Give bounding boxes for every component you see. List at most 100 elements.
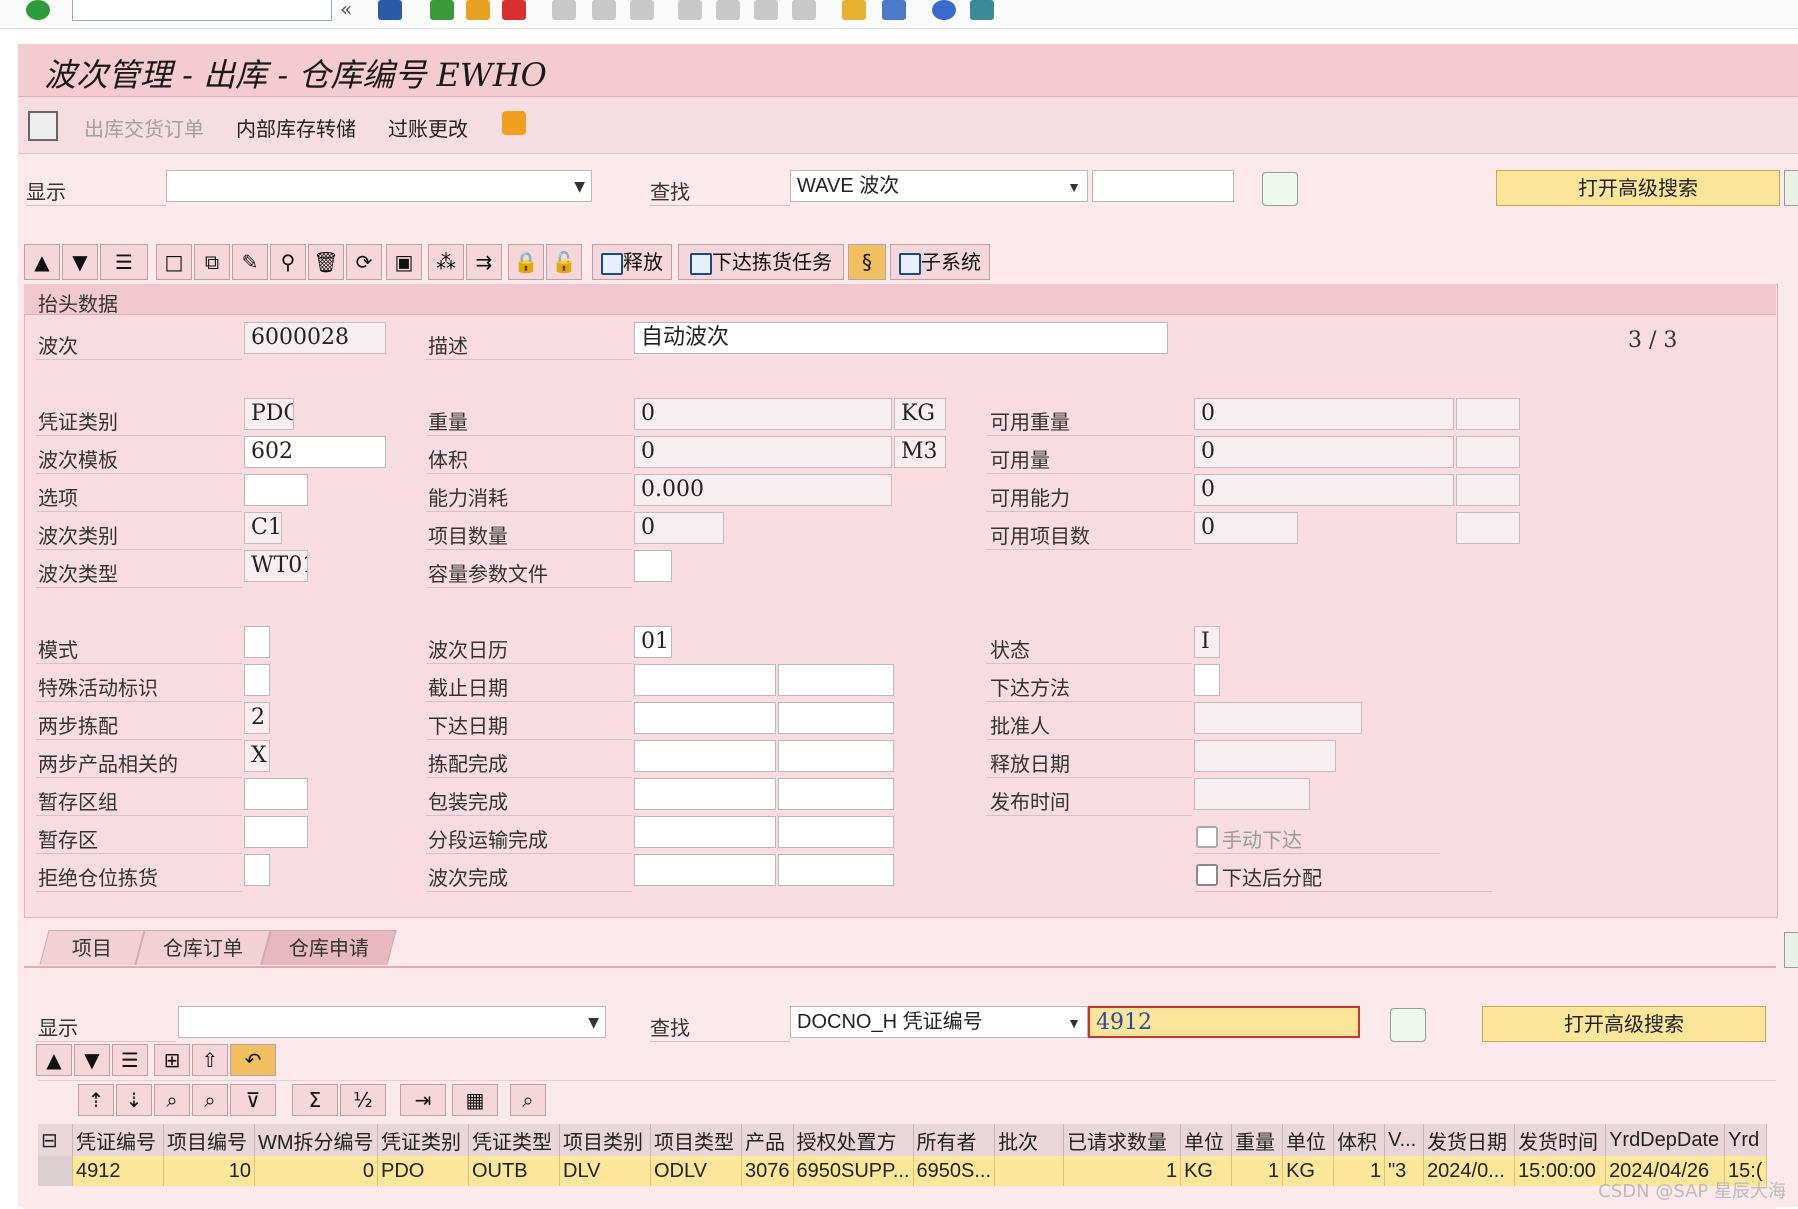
- help-icon[interactable]: [932, 0, 956, 20]
- enter-icon[interactable]: [26, 0, 50, 20]
- mode-field[interactable]: [244, 626, 270, 658]
- merge-icon[interactable]: ⇉: [466, 244, 502, 280]
- table-cell[interactable]: ODLV: [650, 1156, 742, 1186]
- last-page-icon[interactable]: [792, 0, 816, 20]
- next-page-icon[interactable]: [754, 0, 778, 20]
- scroll-icon[interactable]: [502, 111, 526, 135]
- picking-complete-time-field[interactable]: [778, 740, 894, 772]
- column-header[interactable]: 已请求数量: [1063, 1124, 1182, 1156]
- hierarchy-icon[interactable]: ⊞: [154, 1044, 190, 1076]
- option-field[interactable]: [244, 474, 308, 506]
- column-header[interactable]: 项目类别: [559, 1124, 651, 1156]
- column-header[interactable]: 项目编号: [163, 1124, 255, 1156]
- column-header[interactable]: 批次: [994, 1124, 1065, 1156]
- table-cell[interactable]: 6950SUPP...: [793, 1156, 914, 1186]
- table-cell[interactable]: 0: [254, 1156, 378, 1186]
- find-select[interactable]: WAVE 波次: [790, 170, 1088, 202]
- layout-icon[interactable]: [1784, 932, 1798, 968]
- find-next-icon[interactable]: ⌕: [192, 1084, 228, 1116]
- subtotal-icon[interactable]: ½: [340, 1084, 386, 1116]
- select-all-icon[interactable]: ⊟: [38, 1124, 73, 1156]
- tab-warehouse-requests[interactable]: 仓库申请: [261, 930, 397, 965]
- shortcut-icon[interactable]: [882, 0, 906, 20]
- column-header[interactable]: 产品: [741, 1124, 794, 1156]
- refresh-icon[interactable]: ⟳: [346, 244, 382, 280]
- first-page-icon[interactable]: [678, 0, 702, 20]
- find-input[interactable]: [1092, 170, 1234, 202]
- command-field[interactable]: [72, 0, 332, 21]
- template-field[interactable]: 602: [244, 436, 386, 468]
- staging-group-field[interactable]: [244, 778, 308, 810]
- new-session-icon[interactable]: [842, 0, 866, 20]
- find-icon[interactable]: [592, 0, 616, 20]
- print-icon[interactable]: [552, 0, 576, 20]
- column-header[interactable]: 单位: [1282, 1124, 1335, 1156]
- unlock-icon[interactable]: 🔓: [546, 244, 582, 280]
- subsystem-button[interactable]: 子系统: [890, 244, 990, 280]
- table-cell[interactable]: [994, 1156, 1065, 1186]
- bottom-open-advanced-search-button[interactable]: 打开高级搜索: [1482, 1006, 1766, 1042]
- filter-icon[interactable]: ⊽: [230, 1084, 276, 1116]
- sort-ascending-icon[interactable]: ⇡: [78, 1084, 114, 1116]
- sum-icon[interactable]: Σ: [292, 1084, 338, 1116]
- table-cell[interactable]: 1: [1333, 1156, 1386, 1186]
- copy-icon[interactable]: ⧉: [194, 244, 230, 280]
- layout-grid-icon[interactable]: ▦: [452, 1084, 498, 1116]
- table-cell[interactable]: KG: [1282, 1156, 1335, 1186]
- release-method-field[interactable]: [1194, 664, 1220, 696]
- execute-search-icon[interactable]: [1262, 172, 1298, 206]
- scroll-icon[interactable]: §: [848, 244, 886, 280]
- move-down-icon[interactable]: ▼: [74, 1044, 110, 1076]
- open-advanced-search-button[interactable]: 打开高级搜索: [1496, 170, 1780, 206]
- column-header[interactable]: 单位: [1180, 1124, 1233, 1156]
- exit-icon[interactable]: [466, 0, 490, 20]
- find-icon[interactable]: ⌕: [154, 1084, 190, 1116]
- layout-icon[interactable]: [970, 0, 994, 20]
- staging-area-field[interactable]: [244, 816, 308, 848]
- release-date-field[interactable]: [634, 702, 776, 734]
- move-up-icon[interactable]: ▲: [24, 244, 60, 280]
- lock-icon[interactable]: 🔒: [508, 244, 544, 280]
- capacity-profile-field[interactable]: [634, 550, 672, 582]
- special-activity-field[interactable]: [244, 664, 270, 696]
- tab-warehouse-orders[interactable]: 仓库订单: [135, 930, 271, 965]
- table-cell[interactable]: 4912: [72, 1156, 164, 1186]
- column-header[interactable]: 体积: [1333, 1124, 1386, 1156]
- column-header[interactable]: 发货时间: [1514, 1124, 1607, 1156]
- execute-search-icon[interactable]: [1390, 1008, 1426, 1042]
- staging-complete-time-field[interactable]: [778, 816, 894, 848]
- table-cell[interactable]: DLV: [559, 1156, 651, 1186]
- column-header[interactable]: 授权处置方: [793, 1124, 914, 1156]
- column-header[interactable]: 所有者: [913, 1124, 996, 1156]
- save-icon[interactable]: ▣: [386, 244, 422, 280]
- staging-complete-date-field[interactable]: [634, 816, 776, 848]
- column-header[interactable]: WM拆分编号: [254, 1124, 378, 1156]
- assign-after-release-checkbox[interactable]: [1196, 864, 1218, 886]
- table-cell[interactable]: 6950S...: [913, 1156, 996, 1186]
- row-selector[interactable]: [38, 1156, 73, 1186]
- table-cell[interactable]: "3: [1384, 1156, 1425, 1186]
- tab-items[interactable]: 项目: [39, 930, 145, 965]
- release-button[interactable]: 释放: [592, 244, 672, 280]
- collapse-icon[interactable]: «: [340, 0, 364, 20]
- picking-complete-date-field[interactable]: [634, 740, 776, 772]
- column-header[interactable]: 凭证类型: [468, 1124, 560, 1156]
- person-icon[interactable]: [28, 111, 58, 141]
- table-cell[interactable]: 10: [163, 1156, 255, 1186]
- find-next-icon[interactable]: [630, 0, 654, 20]
- column-header[interactable]: 凭证编号: [72, 1124, 164, 1156]
- wave-complete-time-field[interactable]: [778, 854, 894, 886]
- undo-icon[interactable]: ↶: [230, 1044, 276, 1076]
- cutoff-date-field[interactable]: [634, 664, 776, 696]
- split-icon[interactable]: ⁂: [428, 244, 464, 280]
- column-header[interactable]: Yrd: [1724, 1124, 1767, 1156]
- table-cell[interactable]: 3076: [741, 1156, 794, 1186]
- print-preview-icon[interactable]: ⌕: [510, 1084, 546, 1116]
- reject-bin-picking-field[interactable]: [244, 854, 270, 886]
- export-icon[interactable]: ⇥: [400, 1084, 446, 1116]
- release-pick-task-button[interactable]: 下达拣货任务: [678, 244, 844, 280]
- layout-icon[interactable]: [1784, 170, 1798, 206]
- posting-change-button[interactable]: 过账更改: [388, 113, 468, 142]
- details-icon[interactable]: ☰: [112, 1044, 148, 1076]
- bottom-find-input[interactable]: 4912: [1088, 1006, 1360, 1038]
